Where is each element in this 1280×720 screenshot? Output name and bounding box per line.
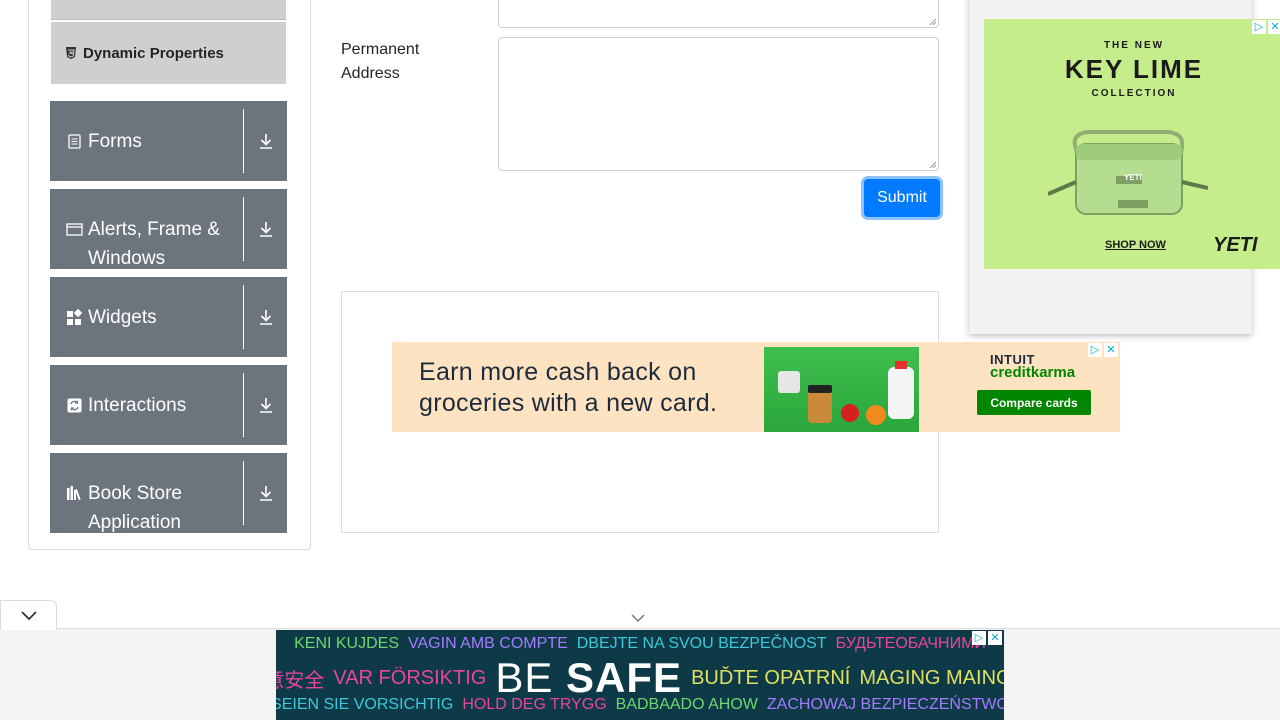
download-icon[interactable] [244, 189, 287, 269]
ad-row: SEIEN SIE VORSICHTIG HOLD DEG TRYGG BADB… [276, 696, 1004, 714]
ad-headline: Earn more cash back on groceries with a … [419, 358, 718, 417]
adchoices[interactable]: ▷ ✕ [972, 631, 1002, 645]
sidebar-item-label: Dynamic Properties [83, 44, 224, 62]
ad-phrase: ZACHOWAJ BEZPIECZEŃSTWO [766, 696, 1004, 713]
compare-cards-button[interactable]: Compare cards [977, 390, 1091, 415]
sidebar-group-alerts[interactable]: Alerts, Frame & Windows [50, 189, 287, 269]
download-icon[interactable] [244, 101, 287, 181]
group-header: Forms [50, 109, 244, 173]
sidebar-item-dynamic-properties[interactable]: Dynamic Properties [51, 22, 286, 84]
adchoices[interactable]: ▷ ✕ [1088, 343, 1118, 357]
ad-line: THE NEW [1103, 40, 1165, 51]
ad-phrase: HOLD DEG TRYGG [462, 696, 607, 713]
group-header: Alerts, Frame & Windows [50, 197, 244, 269]
download-icon[interactable] [244, 365, 287, 445]
ad-row: KENI KUJDES VAGIN AMB COMPTE DBEJTE NA S… [276, 635, 1004, 653]
yeti-ad[interactable]: THE NEW KEY LIME COLLECTION YETI SHOP NO… [984, 19, 1280, 269]
adchoices-icon[interactable]: ▷ [1252, 20, 1266, 34]
ad-phrase: SEIEN SIE VORSICHTIG [276, 696, 454, 713]
ad-row: 注意安全 VAR FÖRSIKTIG BE SAFE BUĎTE OPATRNÍ… [276, 654, 1004, 702]
adchoices-icon[interactable]: ▷ [972, 631, 986, 645]
group-label: Alerts, Frame & Windows [88, 219, 220, 269]
collapse-ad-button[interactable] [0, 600, 57, 630]
cooler-image: YETI [1047, 114, 1209, 224]
ad-title-safe: SAFE [566, 654, 683, 701]
creditkarma-ad[interactable]: Earn more cash back on groceries with a … [392, 342, 1120, 432]
ad-phrase: VAR FÖRSIKTIG [333, 666, 487, 689]
adchoices-icon[interactable]: ▷ [1088, 343, 1102, 357]
group-label: Widgets [88, 306, 157, 328]
be-safe-ad[interactable]: KENI KUJDES VAGIN AMB COMPTE DBEJTE NA S… [276, 630, 1004, 720]
chevron-down-icon[interactable] [630, 612, 646, 624]
chevron-down-icon [20, 610, 37, 620]
shop-now-link[interactable]: SHOP NOW [1105, 239, 1166, 251]
html5-icon [65, 47, 77, 59]
sidebar-subitem[interactable] [51, 0, 286, 20]
group-label: Interactions [88, 394, 187, 416]
yeti-logo: YETI [1213, 234, 1258, 256]
group-label: Book Store Application [88, 483, 182, 533]
groceries-image [764, 347, 919, 432]
group-header: Widgets [50, 285, 244, 349]
ad-phrase: 注意安全 [276, 669, 325, 692]
close-icon[interactable]: ✕ [1104, 343, 1118, 357]
group-header: Book Store Application [50, 461, 244, 533]
product-label: YETI [1124, 173, 1142, 182]
resize-handle-icon[interactable] [928, 160, 936, 168]
permanent-address-textarea[interactable] [498, 37, 939, 171]
permanent-address-label: Permanent Address [341, 41, 420, 82]
ad-phrase: BUĎTE OPATRNÍ [691, 666, 851, 689]
download-icon[interactable] [244, 453, 287, 533]
sidebar-group-book-store[interactable]: Book Store Application [50, 453, 287, 533]
group-label: Forms [88, 130, 142, 152]
close-icon[interactable]: ✕ [988, 631, 1002, 645]
resize-handle-icon[interactable] [928, 17, 936, 25]
window-icon [66, 221, 83, 238]
ad-phrase: MAGING MAINGAT [859, 666, 1004, 689]
sidebar-group-interactions[interactable]: Interactions [50, 365, 287, 445]
submit-button[interactable]: Submit [864, 179, 940, 217]
ad-phrase: VAGIN AMB COMPTE [408, 635, 568, 652]
document-icon [66, 133, 83, 150]
current-address-textarea[interactable] [498, 0, 939, 28]
close-icon[interactable]: ✕ [1268, 20, 1280, 34]
ad-title: KEY LIME [1064, 54, 1204, 84]
ad-phrase: KENI KUJDES [294, 635, 400, 652]
interactions-icon [66, 397, 83, 414]
widgets-icon [66, 308, 83, 326]
ad-phrase: DBEJTE NA SVOU BEZPEČNOST [576, 635, 827, 652]
adchoices[interactable]: ▷ ✕ [1252, 20, 1280, 34]
group-header: Interactions [50, 373, 244, 437]
sidebar-group-forms[interactable]: Forms [50, 101, 287, 181]
creditkarma-logo: creditkarma [990, 364, 1076, 381]
ad-title-be: BE [495, 654, 554, 701]
ad-line: COLLECTION [1091, 88, 1177, 99]
be-safe-title: BE SAFE [495, 654, 682, 702]
sidebar-group-widgets[interactable]: Widgets [50, 277, 287, 357]
ad-phrase: BADBAADO AHOW [615, 696, 758, 713]
books-icon [66, 485, 83, 502]
download-icon[interactable] [244, 277, 287, 357]
ad-phrase: БУДЬТЕОБАЧНИМИ [835, 635, 986, 652]
